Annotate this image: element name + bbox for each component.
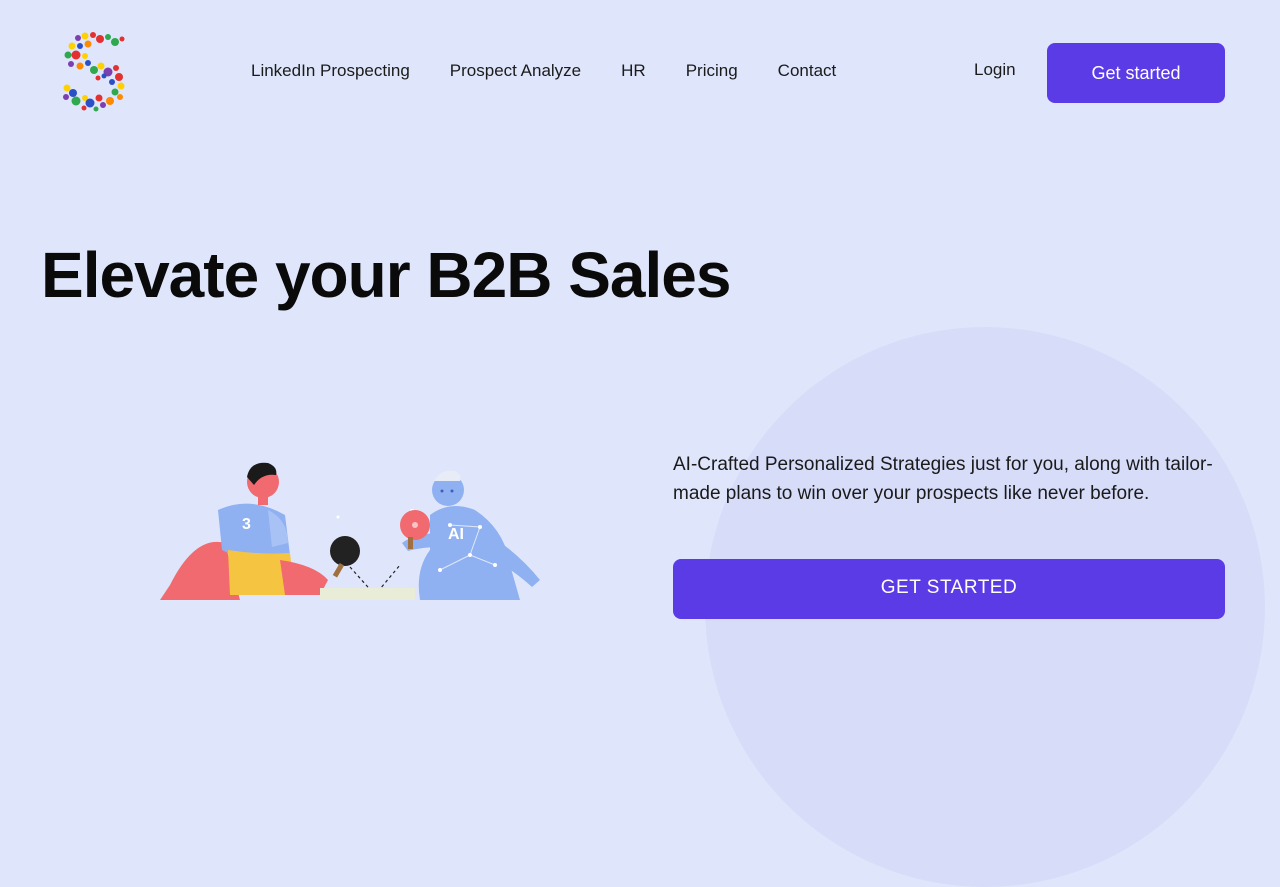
get-started-button[interactable]: Get started <box>1047 43 1225 103</box>
robot-label: AI <box>448 526 464 543</box>
human-player-figure: 3 <box>160 462 328 600</box>
nav-prospect-analyze[interactable]: Prospect Analyze <box>450 61 581 81</box>
nav-contact[interactable]: Contact <box>778 61 837 81</box>
nav-linkedin-prospecting[interactable]: LinkedIn Prospecting <box>251 61 410 81</box>
get-started-cta-button[interactable]: GET STARTED <box>673 559 1225 619</box>
hero-description: AI-Crafted Personalized Strategies just … <box>673 454 1213 504</box>
logo[interactable] <box>58 30 134 112</box>
nav-pricing[interactable]: Pricing <box>686 61 738 81</box>
hero-title: Elevate your B2B Sales <box>41 239 731 311</box>
player-number: 3 <box>242 516 251 533</box>
nav-hr[interactable]: HR <box>621 61 646 81</box>
ping-pong-illustration: 3 AI <box>150 455 560 600</box>
dotted-s-logo-icon <box>63 32 125 112</box>
human-paddle-icon <box>330 536 360 578</box>
ping-pong-table <box>320 588 415 600</box>
main-nav: LinkedIn Prospecting Prospect Analyze HR… <box>251 60 876 82</box>
login-link[interactable]: Login <box>974 60 1016 80</box>
